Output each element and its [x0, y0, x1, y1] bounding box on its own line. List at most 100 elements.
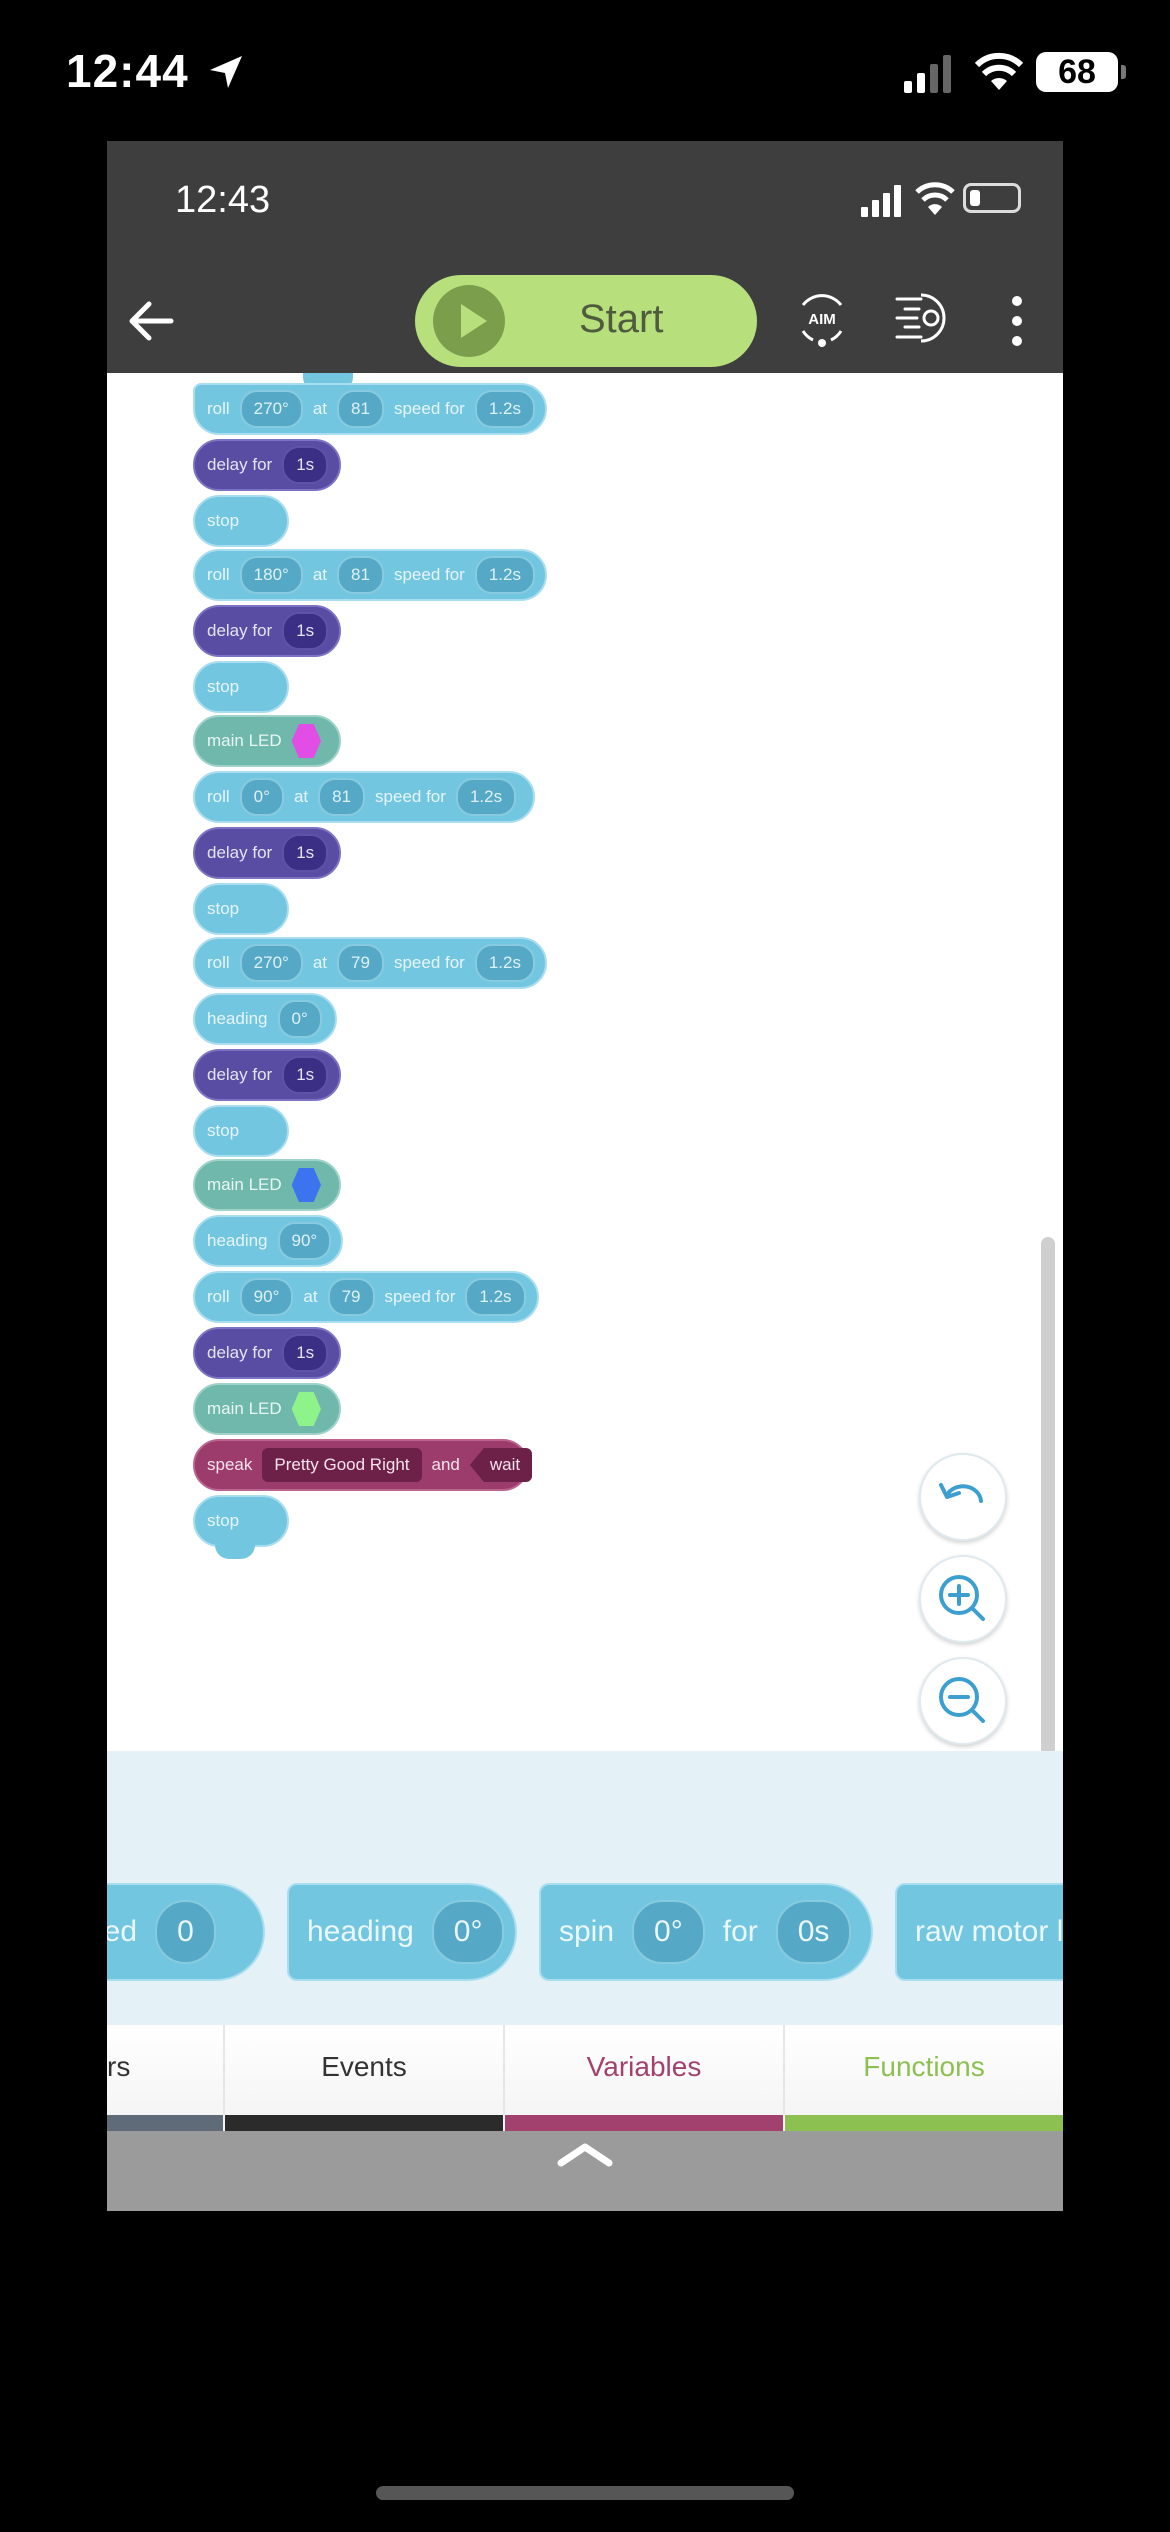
heading-value[interactable]: 0° [277, 1000, 322, 1038]
stop-block[interactable]: stop [193, 661, 289, 713]
block-label: roll [207, 399, 230, 418]
roll-block[interactable]: roll 90° at 79 speed for 1.2s [193, 1271, 539, 1323]
battery-level: 68 [1036, 52, 1126, 92]
at-label: at [312, 953, 328, 972]
palette-speed-block[interactable]: eed 0 [107, 1883, 265, 1981]
block-label: main LED [207, 1399, 282, 1418]
duration-value[interactable]: 1.2s [474, 390, 535, 428]
delay-block[interactable]: delay for 1s [193, 1049, 341, 1101]
speed-value[interactable]: 79 [327, 1278, 375, 1316]
tab-color-bar [225, 2115, 503, 2131]
delay-value[interactable]: 1s [282, 834, 329, 872]
aim-icon[interactable]: AIM [791, 287, 853, 349]
roll-block[interactable]: roll 180° at 81 speed for 1.2s [193, 549, 547, 601]
stop-block[interactable]: stop [193, 883, 289, 935]
zoom-out-button[interactable] [919, 1657, 1007, 1745]
tab-color-bar [107, 2115, 223, 2131]
tab-color-bar [785, 2115, 1063, 2131]
tab-label: rs [107, 2051, 131, 2082]
duration-value[interactable]: 1.2s [474, 556, 535, 594]
roll-block[interactable]: roll 270° at 81 speed for 1.2s [193, 383, 547, 435]
duration-value[interactable]: 1.2s [465, 1278, 526, 1316]
speed-for-label: speed for [393, 565, 465, 584]
toolbar: Start AIM [107, 271, 1063, 373]
tab-sensors[interactable]: rs [107, 2025, 223, 2131]
palette-raw-motor-block[interactable]: raw motor le [895, 1883, 1063, 1981]
code-canvas[interactable]: roll 270° at 81 speed for 1.2s delay for… [107, 373, 1063, 1751]
location-arrow-icon [210, 56, 242, 88]
heading-block[interactable]: heading 0° [193, 993, 337, 1045]
heading-value[interactable]: 90° [239, 1278, 294, 1316]
at-label: at [303, 1287, 318, 1306]
led-color-swatch[interactable] [291, 724, 321, 758]
main-led-block[interactable]: main LED [193, 1383, 341, 1435]
block-palette[interactable]: eed 0 heading 0° spin 0° for 0s raw moto… [107, 1751, 1063, 2025]
main-led-block[interactable]: main LED [193, 1159, 341, 1211]
tab-label: Variables [586, 2051, 702, 2082]
block-label: roll [207, 953, 230, 972]
app-status-bar: 12:43 [107, 141, 1063, 271]
roll-block[interactable]: roll 0° at 81 speed for 1.2s [193, 771, 535, 823]
heading-value[interactable]: 0° [239, 778, 284, 816]
palette-heading-block[interactable]: heading 0° [287, 1883, 517, 1981]
speak-text-value[interactable]: Pretty Good Right [262, 1448, 422, 1482]
block-label: delay for [207, 843, 273, 862]
wait-toggle[interactable]: wait [469, 1448, 533, 1482]
delay-block[interactable]: delay for 1s [193, 605, 341, 657]
palette-spin-block[interactable]: spin 0° for 0s [539, 1883, 873, 1981]
start-button[interactable]: Start [415, 275, 757, 367]
palette-for-label: for [722, 1915, 758, 1948]
heading-value[interactable]: 270° [239, 390, 303, 428]
delay-block[interactable]: delay for 1s [193, 827, 341, 879]
stop-block[interactable]: stop [193, 1495, 289, 1547]
undo-icon [939, 1483, 983, 1503]
at-label: at [293, 787, 309, 806]
sensor-gauge-icon[interactable] [891, 287, 953, 349]
block-label: stop [207, 511, 240, 530]
tab-events[interactable]: Events [225, 2025, 503, 2131]
tab-functions[interactable]: Functions [785, 2025, 1063, 2131]
block-label: speak [207, 1455, 253, 1474]
stop-block[interactable]: stop [193, 495, 289, 547]
palette-label: eed [107, 1915, 138, 1948]
delay-value[interactable]: 1s [282, 612, 329, 650]
speed-value[interactable]: 81 [337, 556, 384, 594]
delay-value[interactable]: 1s [282, 446, 329, 484]
delay-value[interactable]: 1s [282, 1056, 329, 1094]
heading-block[interactable]: heading 90° [193, 1215, 343, 1267]
block-label: stop [207, 1511, 240, 1530]
heading-value[interactable]: 180° [239, 556, 303, 594]
main-led-block[interactable]: main LED [193, 715, 341, 767]
delay-block[interactable]: delay for 1s [193, 1327, 341, 1379]
led-color-swatch[interactable] [291, 1168, 321, 1202]
palette-label: spin [559, 1915, 615, 1948]
led-color-swatch[interactable] [291, 1392, 321, 1426]
inner-wifi-icon [915, 182, 955, 215]
duration-value[interactable]: 1.2s [455, 778, 517, 816]
heading-value[interactable]: 270° [239, 944, 303, 982]
delay-block[interactable]: delay for 1s [193, 439, 341, 491]
speed-value[interactable]: 81 [337, 390, 384, 428]
duration-value[interactable]: 1.2s [474, 944, 535, 982]
roll-block[interactable]: roll 270° at 79 speed for 1.2s [193, 937, 547, 989]
speed-value[interactable]: 79 [337, 944, 384, 982]
palette-value: 0° [632, 1900, 705, 1964]
zoom-in-button[interactable] [919, 1555, 1007, 1643]
home-indicator[interactable] [376, 2486, 794, 2500]
stop-block[interactable]: stop [193, 1105, 289, 1157]
undo-button[interactable] [919, 1453, 1007, 1541]
block-connector [215, 1545, 255, 1559]
back-arrow-icon[interactable] [123, 293, 179, 349]
zoom-out-icon [939, 1677, 985, 1723]
speed-for-label: speed for [393, 953, 465, 972]
vertical-scrollbar[interactable] [1041, 1237, 1055, 1751]
more-vertical-icon[interactable] [1007, 293, 1027, 349]
heading-value[interactable]: 90° [277, 1222, 332, 1260]
speak-block[interactable]: speak Pretty Good Right and wait [193, 1439, 533, 1491]
speed-value[interactable]: 81 [318, 778, 366, 816]
chevron-up-icon[interactable] [557, 2139, 613, 2169]
tab-variables[interactable]: Variables [505, 2025, 783, 2131]
block-label: roll [207, 565, 230, 584]
delay-value[interactable]: 1s [282, 1334, 329, 1372]
speed-for-label: speed for [384, 1287, 456, 1306]
